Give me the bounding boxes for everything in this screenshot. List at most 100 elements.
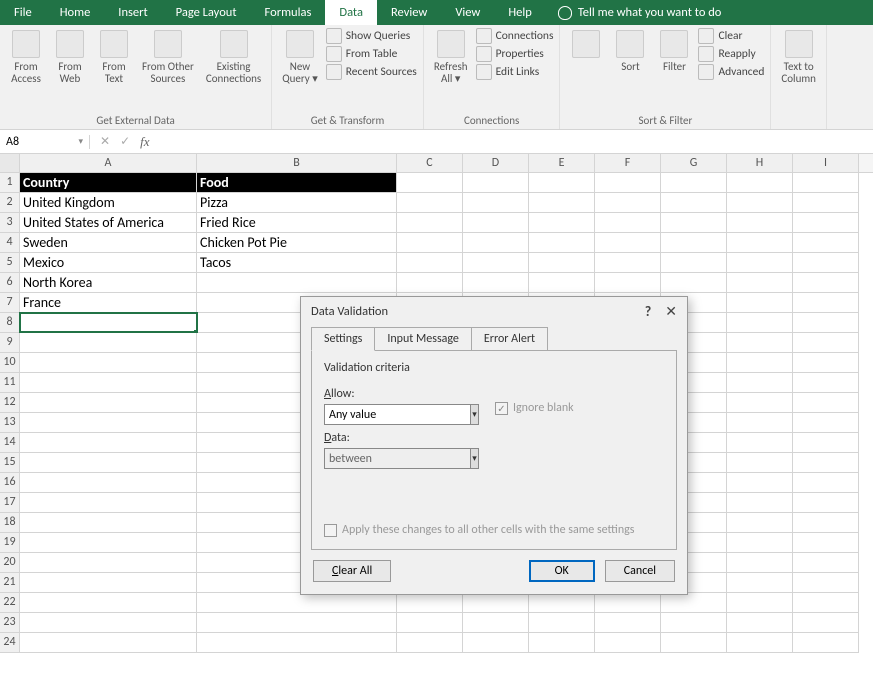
row-header-17[interactable]: 17 — [0, 493, 20, 513]
row-header-18[interactable]: 18 — [0, 513, 20, 533]
cell-A22[interactable] — [20, 593, 197, 612]
cell-G3[interactable] — [661, 213, 727, 232]
row-header-23[interactable]: 23 — [0, 613, 20, 633]
cell-A2[interactable]: United Kingdom — [20, 193, 197, 212]
cell-H23[interactable] — [727, 613, 793, 632]
existing-connections[interactable]: Existing Connections — [202, 28, 265, 87]
col-header-A[interactable]: A — [20, 154, 197, 172]
cell-H6[interactable] — [727, 273, 793, 292]
ribbon-edit-links[interactable]: Edit Links — [476, 64, 540, 80]
allow-combo[interactable]: ▾ — [324, 404, 479, 425]
row-header-9[interactable]: 9 — [0, 333, 20, 353]
sort-az[interactable] — [566, 28, 606, 63]
cell-E6[interactable] — [529, 273, 595, 292]
cell-D3[interactable] — [463, 213, 529, 232]
col-header-D[interactable]: D — [463, 154, 529, 172]
row-header-12[interactable]: 12 — [0, 393, 20, 413]
cell-H21[interactable] — [727, 573, 793, 592]
cell-A12[interactable] — [20, 393, 197, 412]
cell-I20[interactable] — [793, 553, 859, 572]
enter-icon[interactable]: ✓ — [120, 134, 130, 149]
cell-H15[interactable] — [727, 453, 793, 472]
cell-I1[interactable] — [793, 173, 859, 192]
row-header-4[interactable]: 4 — [0, 233, 20, 253]
cell-H22[interactable] — [727, 593, 793, 612]
cell-A5[interactable]: Mexico — [20, 253, 197, 272]
cell-H24[interactable] — [727, 633, 793, 652]
close-icon[interactable]: ✕ — [665, 303, 677, 320]
row-header-11[interactable]: 11 — [0, 373, 20, 393]
cell-A11[interactable] — [20, 373, 197, 392]
cell-A14[interactable] — [20, 433, 197, 452]
cell-E4[interactable] — [529, 233, 595, 252]
cell-B22[interactable] — [197, 593, 397, 612]
cell-H17[interactable] — [727, 493, 793, 512]
cell-A9[interactable] — [20, 333, 197, 352]
cell-E1[interactable] — [529, 173, 595, 192]
cell-F5[interactable] — [595, 253, 661, 272]
cell-D5[interactable] — [463, 253, 529, 272]
cell-H10[interactable] — [727, 353, 793, 372]
cell-H20[interactable] — [727, 553, 793, 572]
cell-G4[interactable] — [661, 233, 727, 252]
ribbon-recent-sources[interactable]: Recent Sources — [326, 64, 417, 80]
cell-G2[interactable] — [661, 193, 727, 212]
cell-A17[interactable] — [20, 493, 197, 512]
cell-I2[interactable] — [793, 193, 859, 212]
cell-F6[interactable] — [595, 273, 661, 292]
cell-H19[interactable] — [727, 533, 793, 552]
cell-E24[interactable] — [529, 633, 595, 652]
menu-tab-data[interactable]: Data — [325, 0, 377, 25]
cell-H11[interactable] — [727, 373, 793, 392]
ok-button[interactable]: OK — [529, 560, 595, 582]
cell-I18[interactable] — [793, 513, 859, 532]
cell-I8[interactable] — [793, 313, 859, 332]
menu-tab-view[interactable]: View — [441, 0, 494, 25]
menu-tab-file[interactable]: File — [0, 0, 46, 25]
row-header-1[interactable]: 1 — [0, 173, 20, 193]
cell-A7[interactable]: France — [20, 293, 197, 312]
cell-C4[interactable] — [397, 233, 463, 252]
cell-B1[interactable]: Food — [197, 173, 397, 192]
cell-F1[interactable] — [595, 173, 661, 192]
dialog-tab-settings[interactable]: Settings — [311, 327, 375, 351]
cell-A19[interactable] — [20, 533, 197, 552]
row-header-5[interactable]: 5 — [0, 253, 20, 273]
dialog-tab-input-message[interactable]: Input Message — [374, 327, 472, 351]
from-text[interactable]: From Text — [94, 28, 134, 87]
filter[interactable]: Filter — [654, 28, 694, 75]
dropdown-icon[interactable]: ▾ — [78, 136, 83, 147]
row-header-8[interactable]: 8 — [0, 313, 20, 333]
cell-H12[interactable] — [727, 393, 793, 412]
cell-C3[interactable] — [397, 213, 463, 232]
cell-I13[interactable] — [793, 413, 859, 432]
cell-H13[interactable] — [727, 413, 793, 432]
menu-tab-review[interactable]: Review — [377, 0, 441, 25]
cell-I5[interactable] — [793, 253, 859, 272]
ribbon-show-queries[interactable]: Show Queries — [326, 28, 411, 44]
cell-E2[interactable] — [529, 193, 595, 212]
chevron-down-icon[interactable]: ▾ — [471, 404, 479, 425]
cell-I7[interactable] — [793, 293, 859, 312]
cell-F2[interactable] — [595, 193, 661, 212]
text-to-columns[interactable]: Text to Column — [777, 28, 820, 87]
cell-F3[interactable] — [595, 213, 661, 232]
clear-all-button[interactable]: Clear All — [313, 560, 391, 582]
cell-A15[interactable] — [20, 453, 197, 472]
cell-C23[interactable] — [397, 613, 463, 632]
cell-I21[interactable] — [793, 573, 859, 592]
cell-B23[interactable] — [197, 613, 397, 632]
row-header-19[interactable]: 19 — [0, 533, 20, 553]
cell-E3[interactable] — [529, 213, 595, 232]
cell-G22[interactable] — [661, 593, 727, 612]
cell-C22[interactable] — [397, 593, 463, 612]
cell-C1[interactable] — [397, 173, 463, 192]
row-header-22[interactable]: 22 — [0, 593, 20, 613]
cell-F23[interactable] — [595, 613, 661, 632]
from-access[interactable]: From Access — [6, 28, 46, 87]
cell-C2[interactable] — [397, 193, 463, 212]
cell-C6[interactable] — [397, 273, 463, 292]
cell-E22[interactable] — [529, 593, 595, 612]
cell-G23[interactable] — [661, 613, 727, 632]
cell-G1[interactable] — [661, 173, 727, 192]
